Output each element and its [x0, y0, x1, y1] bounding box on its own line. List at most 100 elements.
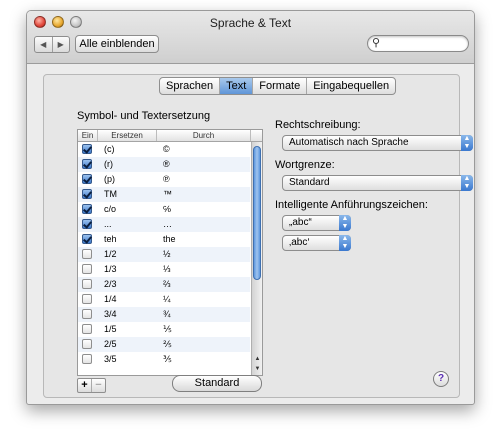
- tab-sprachen[interactable]: Sprachen: [160, 78, 219, 94]
- with-cell[interactable]: ½: [163, 247, 171, 262]
- smart-quotes-label: Intelligente Anführungszeichen:: [275, 199, 428, 211]
- replace-cell[interactable]: 3/5: [104, 352, 117, 367]
- with-cell[interactable]: ℅: [163, 202, 171, 217]
- search-input[interactable]: [384, 37, 462, 49]
- replace-cell[interactable]: TM: [104, 187, 117, 202]
- search-icon: ⚲: [372, 37, 381, 49]
- table-row[interactable]: (c) ©: [78, 142, 250, 157]
- with-cell[interactable]: ¼: [163, 292, 171, 307]
- with-cell[interactable]: ¾: [163, 307, 171, 322]
- replace-cell[interactable]: 1/2: [104, 247, 117, 262]
- title-bar: Sprache & Text ◀ ▶ Alle einblenden ⚲: [27, 11, 474, 64]
- wordbreak-popup[interactable]: Standard ▲ ▼: [282, 175, 473, 191]
- table-row[interactable]: ... …: [78, 217, 250, 232]
- remove-entry-button[interactable]: −: [91, 379, 105, 392]
- replace-cell[interactable]: (c): [104, 142, 115, 157]
- pane-content: Sprachen Text Formate Eingabequellen Sym…: [27, 64, 474, 404]
- spelling-popup[interactable]: Automatisch nach Sprache ▲ ▼: [282, 135, 473, 151]
- search-field[interactable]: ⚲: [367, 35, 469, 52]
- substitution-table: Ein Ersetzen Durch (c) © (r) ® (p) ℗ TM ™ c/o ℅..…: [77, 129, 263, 376]
- enable-checkbox[interactable]: [82, 144, 92, 154]
- with-cell[interactable]: ⅔: [163, 277, 171, 292]
- scroll-down-arrow[interactable]: ▼: [252, 365, 262, 373]
- enable-checkbox[interactable]: [82, 294, 92, 304]
- replace-cell[interactable]: 1/3: [104, 262, 117, 277]
- preferences-window: Sprache & Text ◀ ▶ Alle einblenden ⚲ Spr…: [26, 10, 475, 405]
- column-header-with[interactable]: Durch: [157, 130, 251, 141]
- replace-cell[interactable]: ...: [104, 217, 112, 232]
- with-cell[interactable]: ⅖: [163, 337, 172, 352]
- navigation-buttons: ◀ ▶: [34, 36, 70, 53]
- table-scrollbar[interactable]: ▲ ▼: [251, 142, 262, 375]
- table-row[interactable]: 1/3 ⅓: [78, 262, 250, 277]
- table-row[interactable]: (r) ®: [78, 157, 250, 172]
- enable-checkbox[interactable]: [82, 264, 92, 274]
- enable-checkbox[interactable]: [82, 159, 92, 169]
- popup-arrows-icon: ▲ ▼: [339, 235, 351, 251]
- table-row[interactable]: c/o ℅: [78, 202, 250, 217]
- table-row[interactable]: TM ™: [78, 187, 250, 202]
- replace-cell[interactable]: (p): [104, 172, 115, 187]
- wordbreak-label: Wortgrenze:: [275, 159, 335, 171]
- replace-cell[interactable]: 1/4: [104, 292, 117, 307]
- replace-cell[interactable]: teh: [104, 232, 117, 247]
- column-header-on[interactable]: Ein: [78, 130, 98, 141]
- with-cell[interactable]: ⅕: [163, 322, 172, 337]
- with-cell[interactable]: the: [163, 232, 176, 247]
- table-row[interactable]: 1/5 ⅕: [78, 322, 250, 337]
- wordbreak-popup-value: Standard: [289, 177, 330, 188]
- column-header-replace[interactable]: Ersetzen: [98, 130, 157, 141]
- scroll-up-arrow[interactable]: ▲: [252, 355, 262, 363]
- enable-checkbox[interactable]: [82, 189, 92, 199]
- enable-checkbox[interactable]: [82, 249, 92, 259]
- spelling-label: Rechtschreibung:: [275, 119, 361, 131]
- enable-checkbox[interactable]: [82, 324, 92, 334]
- table-row[interactable]: 3/5 ⅗: [78, 352, 250, 367]
- tab-view: Sprachen Text Formate Eingabequellen Sym…: [43, 74, 473, 398]
- scrollbar-thumb[interactable]: [253, 146, 261, 280]
- enable-checkbox[interactable]: [82, 279, 92, 289]
- forward-button[interactable]: ▶: [51, 37, 70, 52]
- with-cell[interactable]: ℗: [163, 172, 170, 187]
- enable-checkbox[interactable]: [82, 234, 92, 244]
- table-row[interactable]: 3/4 ¾: [78, 307, 250, 322]
- show-all-button[interactable]: Alle einblenden: [75, 35, 159, 53]
- add-entry-button[interactable]: +: [78, 379, 91, 392]
- table-row[interactable]: 1/2 ½: [78, 247, 250, 262]
- single-quotes-popup[interactable]: ‚abc‘ ▲ ▼: [282, 235, 351, 251]
- enable-checkbox[interactable]: [82, 204, 92, 214]
- with-cell[interactable]: ©: [163, 142, 170, 157]
- replace-cell[interactable]: 2/5: [104, 337, 117, 352]
- with-cell[interactable]: ®: [163, 157, 170, 172]
- enable-checkbox[interactable]: [82, 354, 92, 364]
- with-cell[interactable]: ™: [163, 187, 172, 202]
- enable-checkbox[interactable]: [82, 174, 92, 184]
- double-quotes-popup[interactable]: „abc“ ▲ ▼: [282, 215, 351, 231]
- replace-cell[interactable]: 2/3: [104, 277, 117, 292]
- table-row[interactable]: teh the: [78, 232, 250, 247]
- table-header: Ein Ersetzen Durch: [78, 130, 262, 142]
- table-row[interactable]: (p) ℗: [78, 172, 250, 187]
- replace-cell[interactable]: 3/4: [104, 307, 117, 322]
- enable-checkbox[interactable]: [82, 339, 92, 349]
- tab-eingabequellen[interactable]: Eingabequellen: [306, 78, 395, 94]
- enable-checkbox[interactable]: [82, 309, 92, 319]
- tab-formate[interactable]: Formate: [252, 78, 306, 94]
- spelling-popup-value: Automatisch nach Sprache: [289, 137, 409, 148]
- standard-button[interactable]: Standard: [172, 375, 262, 392]
- with-cell[interactable]: ⅓: [163, 262, 171, 277]
- enable-checkbox[interactable]: [82, 219, 92, 229]
- with-cell[interactable]: …: [163, 217, 172, 232]
- help-button[interactable]: ?: [433, 371, 449, 387]
- with-cell[interactable]: ⅗: [163, 352, 172, 367]
- table-row[interactable]: 2/3 ⅔: [78, 277, 250, 292]
- back-button[interactable]: ◀: [35, 37, 52, 52]
- replace-cell[interactable]: 1/5: [104, 322, 117, 337]
- window-title: Sprache & Text: [209, 16, 292, 30]
- replace-cell[interactable]: (r): [104, 157, 113, 172]
- replace-cell[interactable]: c/o: [104, 202, 116, 217]
- table-row[interactable]: 2/5 ⅖: [78, 337, 250, 352]
- tab-text[interactable]: Text: [219, 78, 253, 94]
- tab-bar: Sprachen Text Formate Eingabequellen: [159, 77, 397, 95]
- table-row[interactable]: 1/4 ¼: [78, 292, 250, 307]
